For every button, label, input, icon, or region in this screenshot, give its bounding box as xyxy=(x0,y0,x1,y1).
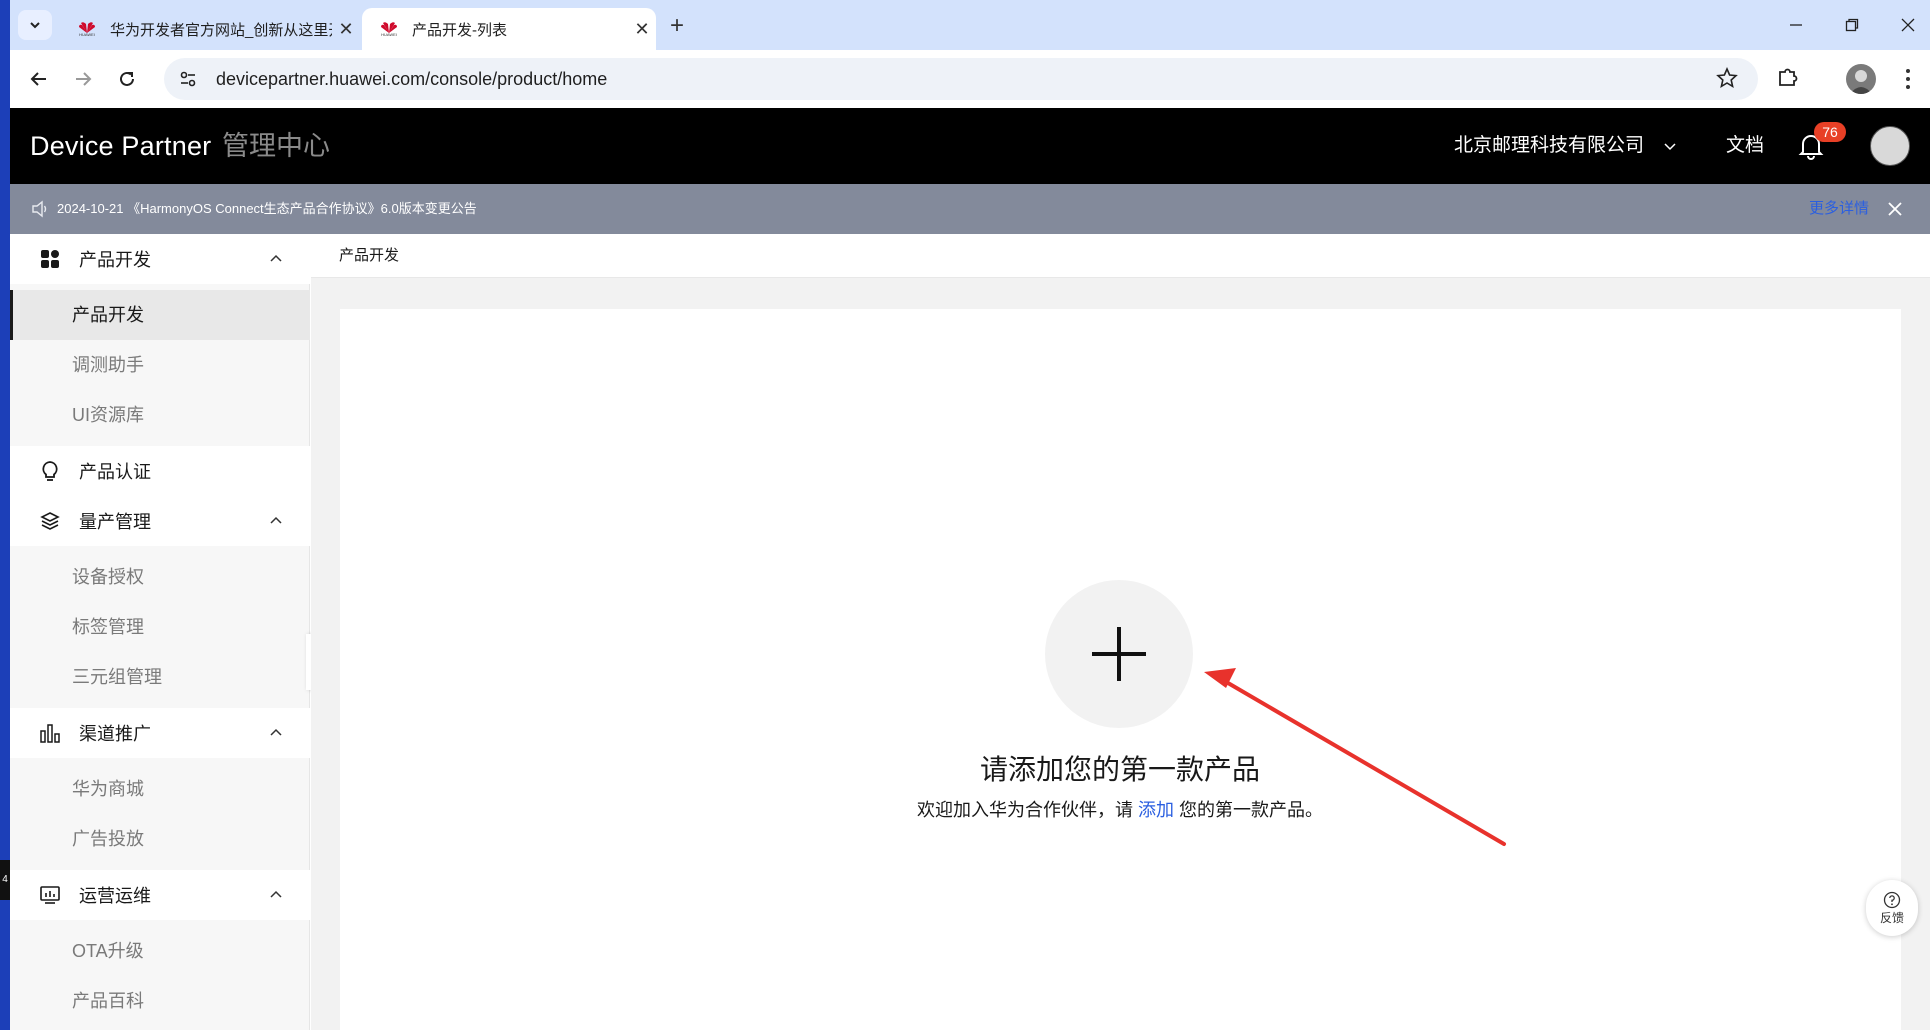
question-icon xyxy=(1883,891,1901,908)
feedback-button[interactable]: 反馈 xyxy=(1866,880,1918,936)
feedback-label: 反馈 xyxy=(1879,910,1904,925)
annotation-arrow xyxy=(1204,668,1506,846)
